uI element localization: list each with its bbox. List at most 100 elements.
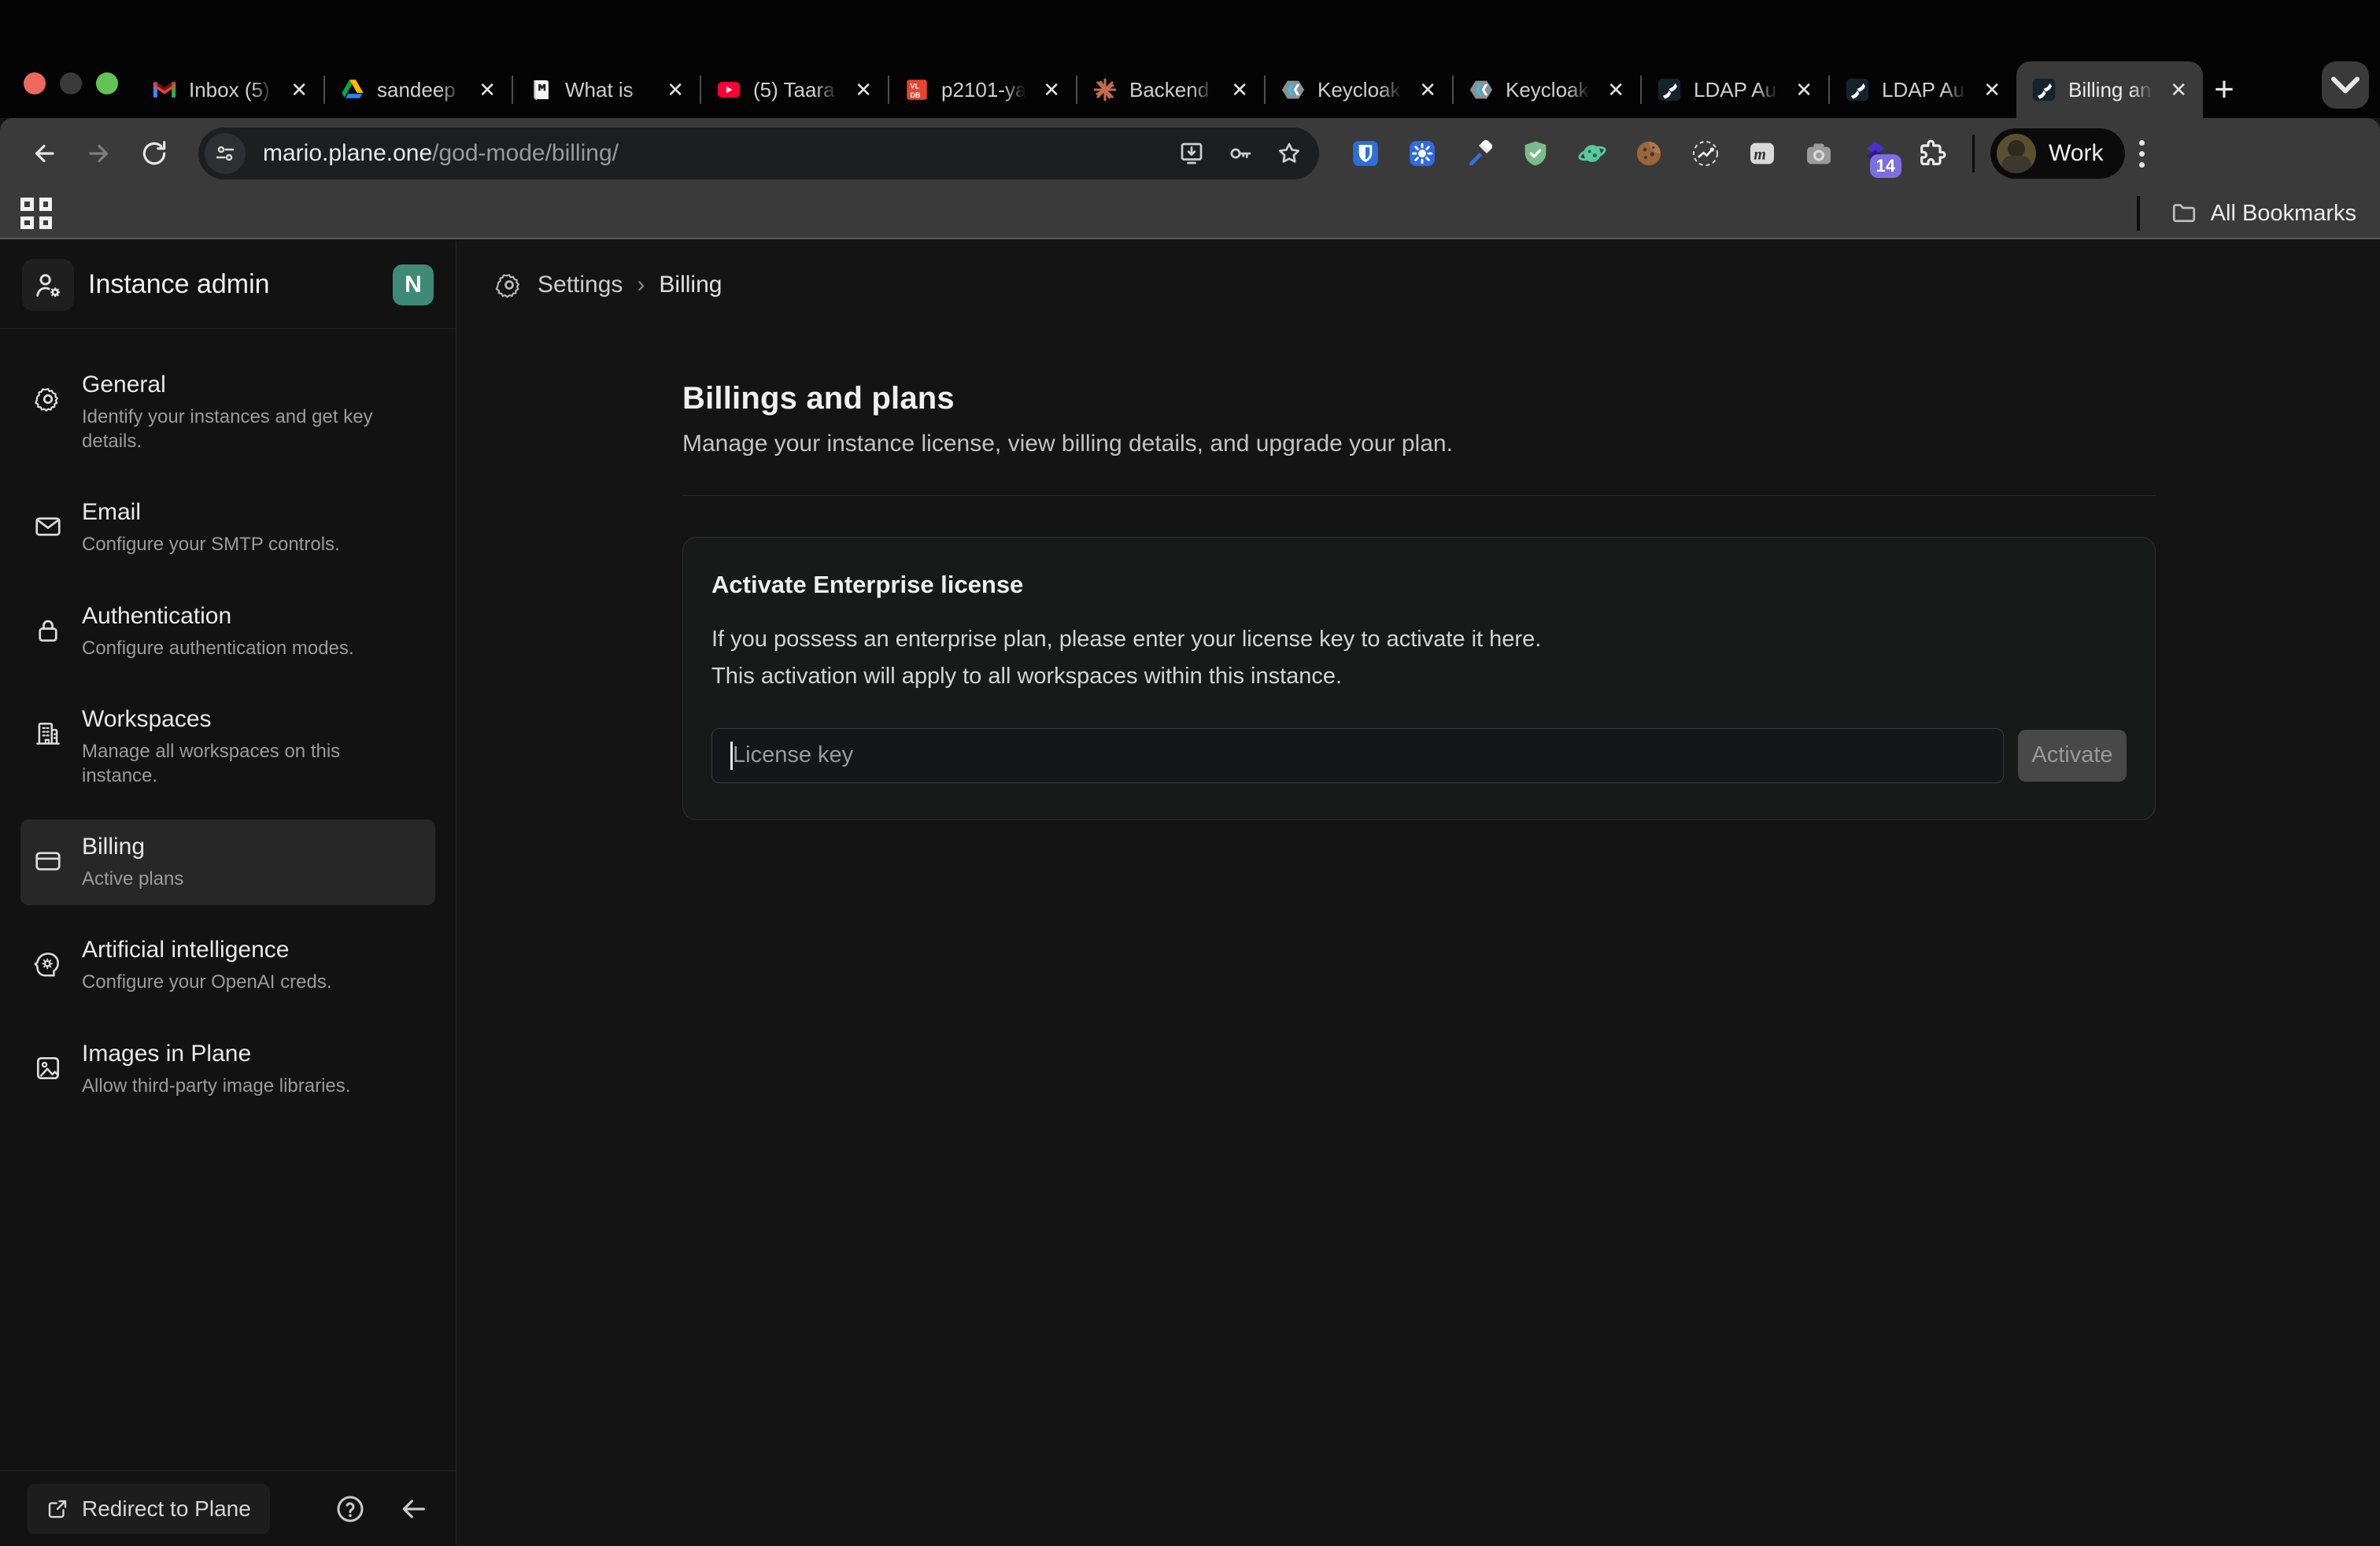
instance-avatar-badge[interactable]: N — [393, 264, 434, 305]
tab-close-icon[interactable]: ✕ — [2167, 76, 2190, 103]
url-text[interactable]: mario.plane.one/god-mode/billing/ — [263, 140, 1177, 167]
bookmark-star-icon[interactable] — [1275, 139, 1303, 168]
tab-close-icon[interactable]: ✕ — [1416, 76, 1439, 103]
bitwarden-icon[interactable] — [1346, 134, 1385, 173]
browser-tab-9[interactable]: LDAP Au ✕ — [1642, 61, 1828, 118]
breadcrumb-separator: › — [637, 272, 645, 298]
browser-tab-2[interactable]: sandeep ✕ — [325, 61, 512, 118]
browser-tab-11-active[interactable]: Billing an✕ — [2016, 61, 2203, 118]
content-divider — [682, 495, 2156, 496]
browser-tab-10[interactable]: LDAP Au✕ — [1830, 61, 2016, 118]
extension-badge-count: 14 — [1870, 154, 1901, 178]
browser-tab-8[interactable]: Keycloak✕ — [1454, 61, 1640, 118]
tab-close-icon[interactable]: ✕ — [663, 76, 687, 103]
all-bookmarks-button[interactable]: All Bookmarks — [2170, 199, 2356, 227]
apps-grid-icon[interactable] — [20, 198, 52, 229]
install-app-icon[interactable] — [1177, 139, 1206, 168]
profile-button[interactable]: Work — [1990, 128, 2125, 179]
browser-tab-strip: Inbox (5)✕sandeep✕What is✕(5) Taara✕VLDB… — [0, 0, 2380, 118]
tab-close-icon[interactable]: ✕ — [1228, 76, 1251, 103]
plane-icon — [1656, 76, 1683, 103]
breadcrumb-settings[interactable]: Settings — [538, 272, 623, 298]
lock-icon — [33, 616, 65, 649]
page-subtitle: Manage your instance license, view billi… — [682, 431, 2156, 457]
browser-tab-6[interactable]: Backend✕ — [1077, 61, 1264, 118]
breadcrumb-billing: Billing — [659, 272, 722, 298]
sidebar-item-email[interactable]: EmailConfigure your SMTP controls. — [20, 485, 435, 571]
browser-tab-3[interactable]: What is✕ — [513, 61, 700, 118]
close-window-button[interactable] — [24, 72, 46, 94]
browser-tab-5[interactable]: VLDBp2101-ya✕ — [889, 61, 1076, 118]
gear-icon — [33, 384, 65, 418]
sidebar-item-label: Images in Plane — [82, 1041, 397, 1067]
address-bar[interactable]: mario.plane.one/god-mode/billing/ — [198, 128, 1319, 179]
reload-button[interactable] — [132, 131, 176, 176]
arrow-right-icon — [84, 139, 114, 168]
macos-traffic-lights — [24, 72, 118, 94]
sidebar-item-general[interactable]: GeneralIdentify your instances and get k… — [20, 357, 435, 468]
tab-title: LDAP Au — [1694, 78, 1781, 102]
redirect-to-plane-button[interactable]: Redirect to Plane — [27, 1484, 270, 1534]
forward-button[interactable] — [77, 131, 121, 176]
browser-tab-1[interactable]: Inbox (5)✕ — [137, 61, 323, 118]
sidebar-item-billing[interactable]: BillingActive plans — [20, 819, 435, 905]
help-icon[interactable] — [334, 1493, 366, 1525]
user-settings-icon — [32, 269, 64, 301]
sidebar-item-images-in-plane[interactable]: Images in PlaneAllow third-party image l… — [20, 1026, 435, 1112]
license-key-input[interactable] — [711, 728, 2004, 783]
tab-search-button[interactable] — [2322, 61, 2369, 109]
planet-icon[interactable] — [1572, 134, 1612, 173]
tab-close-icon[interactable]: ✕ — [287, 76, 311, 103]
license-card-title: Activate Enterprise license — [711, 571, 2127, 599]
arrow-left-icon — [29, 139, 59, 168]
browser-tab-7[interactable]: Keycloak ✕ — [1266, 61, 1452, 118]
puzzle-icon[interactable] — [1913, 134, 1952, 173]
sidebar-item-label: Email — [82, 499, 397, 526]
graph-icon[interactable] — [1686, 134, 1725, 173]
m-letter-icon[interactable]: m — [1743, 134, 1782, 173]
green-shield-icon[interactable] — [1516, 134, 1555, 173]
plane-icon — [2031, 76, 2057, 103]
instance-admin-icon-box — [22, 259, 74, 311]
password-key-icon[interactable] — [1226, 139, 1255, 168]
profile-label: Work — [2049, 140, 2103, 167]
tab-close-icon[interactable]: ✕ — [1980, 76, 2004, 103]
sidebar-item-label: Artificial intelligence — [82, 937, 397, 963]
camera-icon[interactable] — [1799, 134, 1839, 173]
purple-stack-icon[interactable]: 14 — [1856, 134, 1895, 173]
folder-icon — [2170, 199, 2198, 227]
cookie-icon[interactable] — [1629, 134, 1669, 173]
tab-title: Keycloak — [1318, 78, 1405, 102]
tab-close-icon[interactable]: ✕ — [1604, 76, 1628, 103]
blue-sun-icon[interactable] — [1402, 134, 1442, 173]
vldb-icon: VLDB — [904, 76, 930, 103]
browser-tab-4[interactable]: (5) Taara✕ — [701, 61, 888, 118]
activate-button[interactable]: Activate — [2018, 730, 2127, 782]
sidebar-item-artificial-intelligence[interactable]: Artificial intelligenceConfigure your Op… — [20, 923, 435, 1008]
tab-title: sandeep — [377, 78, 464, 102]
billing-content: Billings and plans Manage your instance … — [682, 381, 2156, 820]
tab-close-icon[interactable]: ✕ — [1792, 76, 1816, 103]
license-card-body: If you possess an enterprise plan, pleas… — [711, 621, 2127, 695]
sidebar-item-workspaces[interactable]: WorkspacesManage all workspaces on this … — [20, 692, 435, 802]
minimize-window-button[interactable] — [60, 72, 82, 94]
all-bookmarks-label: All Bookmarks — [2211, 201, 2356, 227]
eyedropper-icon[interactable] — [1459, 134, 1499, 173]
tab-close-icon[interactable]: ✕ — [475, 76, 499, 103]
sidebar-item-description: Manage all workspaces on this instance. — [82, 739, 397, 788]
claude-starburst-icon — [1092, 76, 1118, 103]
sidebar-item-authentication[interactable]: AuthenticationConfigure authentication m… — [20, 589, 435, 675]
url-path: /god-mode/billing/ — [432, 140, 619, 166]
back-button[interactable] — [22, 131, 66, 176]
new-tab-button[interactable]: + — [2202, 68, 2246, 112]
browser-menu-button[interactable] — [2139, 140, 2145, 168]
collapse-sidebar-arrow-icon[interactable] — [397, 1493, 429, 1525]
tab-close-icon[interactable]: ✕ — [852, 76, 875, 103]
tab-close-icon[interactable]: ✕ — [1040, 76, 1063, 103]
credit-card-icon — [33, 846, 65, 880]
fullscreen-window-button[interactable] — [96, 72, 118, 94]
site-settings-button[interactable] — [205, 133, 246, 174]
url-host: mario.plane.one — [263, 140, 432, 166]
sidebar-item-description: Configure authentication modes. — [82, 636, 397, 660]
sidebar-title: Instance admin — [88, 269, 393, 300]
